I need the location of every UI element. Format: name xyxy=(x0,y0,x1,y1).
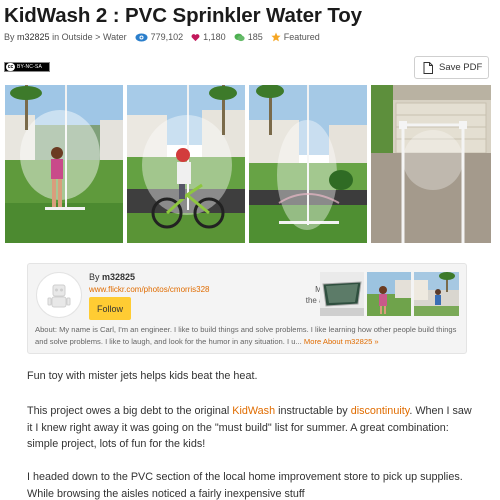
author-about-text: About: My name is Carl, I'm an engineer.… xyxy=(35,325,457,346)
robot-avatar-icon xyxy=(47,284,71,308)
save-pdf-button[interactable]: Save PDF xyxy=(414,56,489,79)
subcategory-link[interactable]: Water xyxy=(103,32,127,42)
page-title: KidWash 2 : PVC Sprinkler Water Toy xyxy=(4,4,362,27)
article-meta: By m32825 in Outside > Water 779,102 1,1… xyxy=(4,30,320,44)
more-by-thumb-3[interactable] xyxy=(414,272,459,316)
star-icon xyxy=(271,32,281,42)
license-text: BY-NC-SA xyxy=(17,64,43,70)
featured-label: Featured xyxy=(283,32,320,42)
more-about-link[interactable]: More About m32825 » xyxy=(304,337,379,346)
gallery-photo-1[interactable] xyxy=(5,85,123,243)
comments-count: 185 xyxy=(247,32,263,42)
in-label: in xyxy=(52,32,60,42)
more-by-thumb-2[interactable] xyxy=(367,272,411,316)
breadcrumb-separator: > xyxy=(95,32,101,42)
kidwash-link[interactable]: KidWash xyxy=(232,405,275,417)
body-paragraph-1: Fun toy with mister jets helps kids beat… xyxy=(27,370,258,382)
author-by-label: By xyxy=(89,272,100,282)
views-stat: 779,102 xyxy=(135,32,184,42)
body-paragraph-2-text-a: This project owes a big debt to the orig… xyxy=(27,405,233,417)
views-count: 779,102 xyxy=(150,32,184,42)
eye-icon xyxy=(135,33,148,41)
author-website-link[interactable]: www.flickr.com/photos/cmorris328 xyxy=(89,285,209,294)
body-paragraph-2-text-b: instructable by xyxy=(275,405,351,417)
more-by-thumb-1[interactable] xyxy=(320,272,364,316)
gallery-photo-3[interactable] xyxy=(249,85,367,243)
comments-stat: 185 xyxy=(234,32,263,42)
category-link[interactable]: Outside xyxy=(62,32,93,42)
by-label: By xyxy=(4,32,15,42)
license-badge[interactable]: cc BY-NC-SA xyxy=(4,62,50,72)
featured-stat: Featured xyxy=(271,32,320,42)
body-paragraph-2: This project owes a big debt to the orig… xyxy=(27,403,474,453)
heart-icon xyxy=(191,33,200,41)
pdf-icon xyxy=(423,61,433,74)
follow-button[interactable]: Follow xyxy=(89,297,131,320)
cc-logo: cc xyxy=(6,63,15,71)
discontinuity-link[interactable]: discontinuity xyxy=(351,405,410,417)
author-about: About: My name is Carl, I'm an engineer.… xyxy=(35,324,465,347)
author-name-line: By m32825 xyxy=(89,272,135,282)
author-box: By m32825 www.flickr.com/photos/cmorris3… xyxy=(27,263,467,354)
body-paragraph-3: I headed down to the PVC section of the … xyxy=(27,471,463,500)
author-avatar[interactable] xyxy=(36,272,82,318)
gallery-photo-2[interactable] xyxy=(127,85,245,243)
favorites-count: 1,180 xyxy=(203,32,226,42)
save-pdf-label: Save PDF xyxy=(439,62,483,73)
author-name[interactable]: m32825 xyxy=(102,272,135,282)
gallery-photo-4[interactable] xyxy=(371,85,491,243)
author-link[interactable]: m32825 xyxy=(17,32,50,42)
comment-icon xyxy=(234,33,245,41)
favorites-stat: 1,180 xyxy=(191,32,226,42)
